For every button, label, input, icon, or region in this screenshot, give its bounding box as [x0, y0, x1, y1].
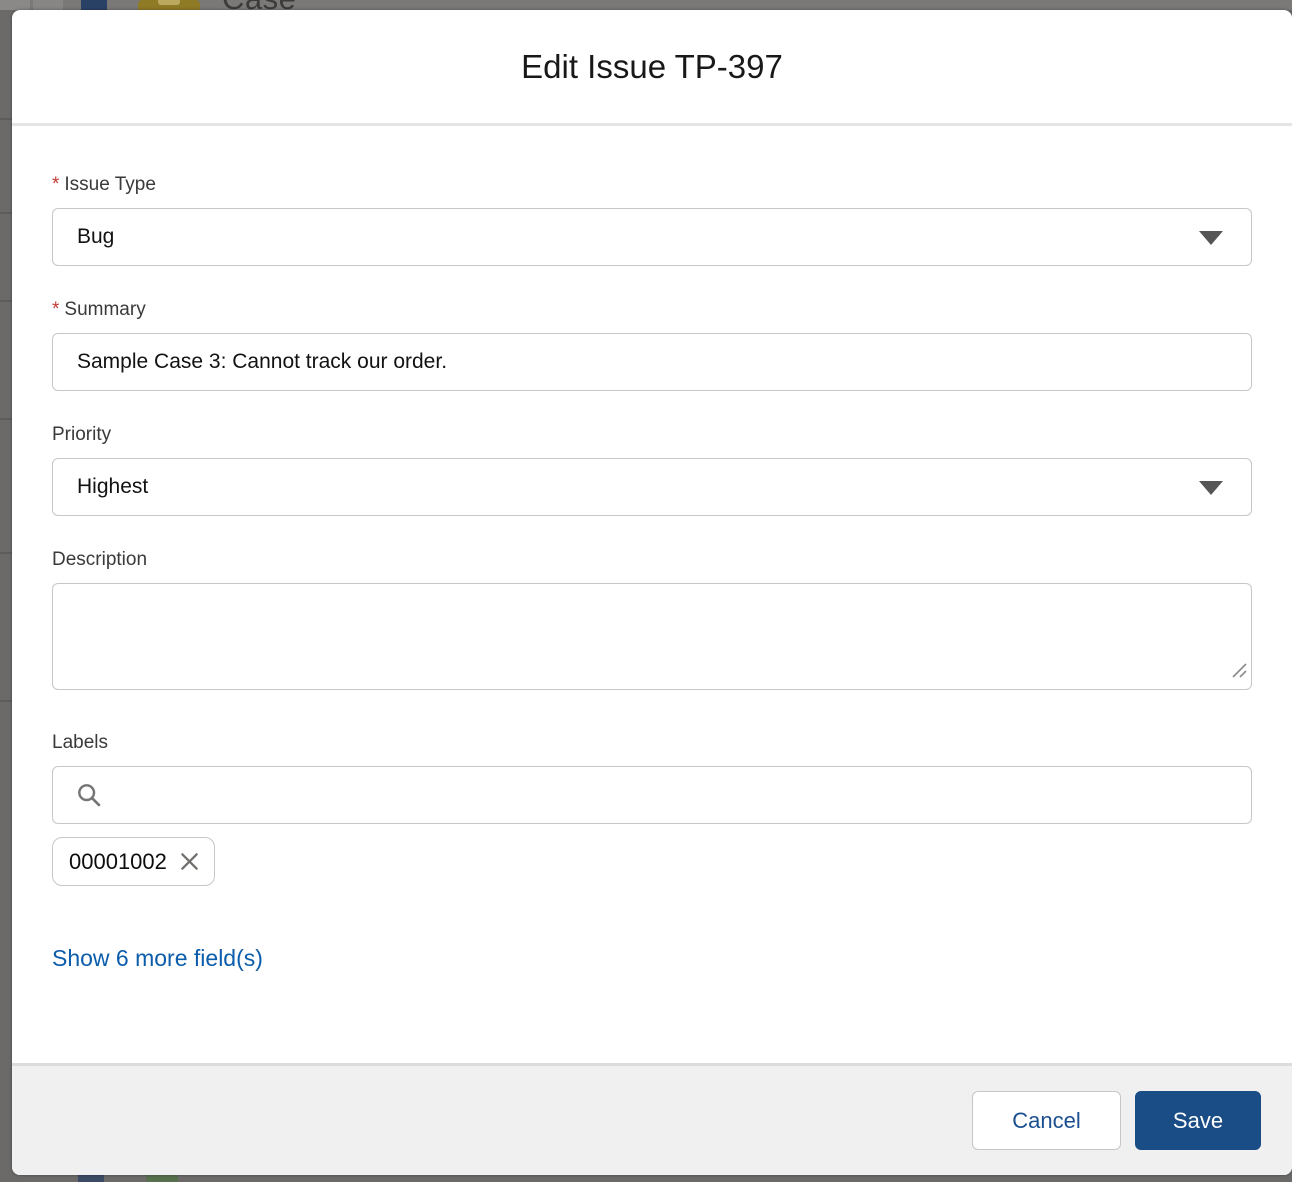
dimmed-app-icon: [81, 0, 107, 10]
field-label-text: Summary: [64, 299, 145, 320]
summary-label: *Summary: [52, 299, 1252, 321]
case-icon: [138, 0, 200, 10]
field-description: Description: [52, 549, 1252, 690]
backdrop-divider: [0, 552, 12, 554]
show-more-fields-link[interactable]: Show 6 more field(s): [52, 945, 263, 971]
backdrop-divider: [0, 700, 12, 702]
resize-handle-icon[interactable]: [1230, 661, 1247, 683]
cancel-button[interactable]: Cancel: [972, 1091, 1121, 1150]
close-icon: [178, 850, 201, 873]
case-icon-handle: [158, 0, 180, 5]
required-asterisk: *: [52, 174, 59, 195]
backdrop-divider: [0, 118, 12, 120]
chevron-down-icon: [1199, 481, 1223, 495]
field-labels: Labels 00001002: [52, 732, 1252, 886]
search-icon: [75, 781, 103, 814]
backdrop-divider: [0, 212, 12, 214]
description-textarea[interactable]: [52, 583, 1252, 690]
field-label-text: Priority: [52, 424, 111, 445]
modal-body: *Issue Type Bug *Summary Priority Highes…: [12, 126, 1292, 1063]
dimmed-icon: [146, 1175, 178, 1182]
issue-type-value: Bug: [77, 225, 114, 249]
field-label-text: Description: [52, 549, 147, 570]
dimmed-tile: [0, 0, 30, 10]
labels-search-input[interactable]: [52, 766, 1252, 824]
chevron-down-icon: [1199, 231, 1223, 245]
priority-select[interactable]: Highest: [52, 458, 1252, 516]
edit-issue-modal: Edit Issue TP-397 *Issue Type Bug *Summa…: [12, 10, 1292, 1175]
dimmed-tile: [33, 0, 63, 10]
issue-type-select[interactable]: Bug: [52, 208, 1252, 266]
show-more-row: Show 6 more field(s): [52, 945, 1252, 972]
description-label: Description: [52, 549, 1252, 571]
modal-title: Edit Issue TP-397: [521, 48, 783, 86]
labels-chip-row: 00001002: [52, 837, 1252, 886]
issue-type-label: *Issue Type: [52, 174, 1252, 196]
summary-input[interactable]: [52, 333, 1252, 391]
field-label-text: Issue Type: [64, 174, 156, 195]
dimmed-page-header: Case: [0, 0, 1292, 10]
record-type-label: Case: [222, 0, 296, 10]
label-chip: 00001002: [52, 837, 215, 886]
labels-label: Labels: [52, 732, 1252, 754]
priority-value: Highest: [77, 475, 148, 499]
field-priority: Priority Highest: [52, 424, 1252, 516]
dimmed-icon: [78, 1175, 104, 1182]
required-asterisk: *: [52, 299, 59, 320]
chip-remove-button[interactable]: [178, 850, 201, 873]
field-summary: *Summary: [52, 299, 1252, 391]
modal-header: Edit Issue TP-397: [12, 10, 1292, 126]
modal-footer: Cancel Save: [12, 1063, 1292, 1175]
backdrop-divider: [0, 418, 12, 420]
save-button[interactable]: Save: [1135, 1091, 1261, 1150]
field-issue-type: *Issue Type Bug: [52, 174, 1252, 266]
field-label-text: Labels: [52, 732, 108, 753]
label-chip-text: 00001002: [69, 849, 167, 875]
backdrop-divider: [0, 300, 12, 302]
priority-label: Priority: [52, 424, 1252, 446]
